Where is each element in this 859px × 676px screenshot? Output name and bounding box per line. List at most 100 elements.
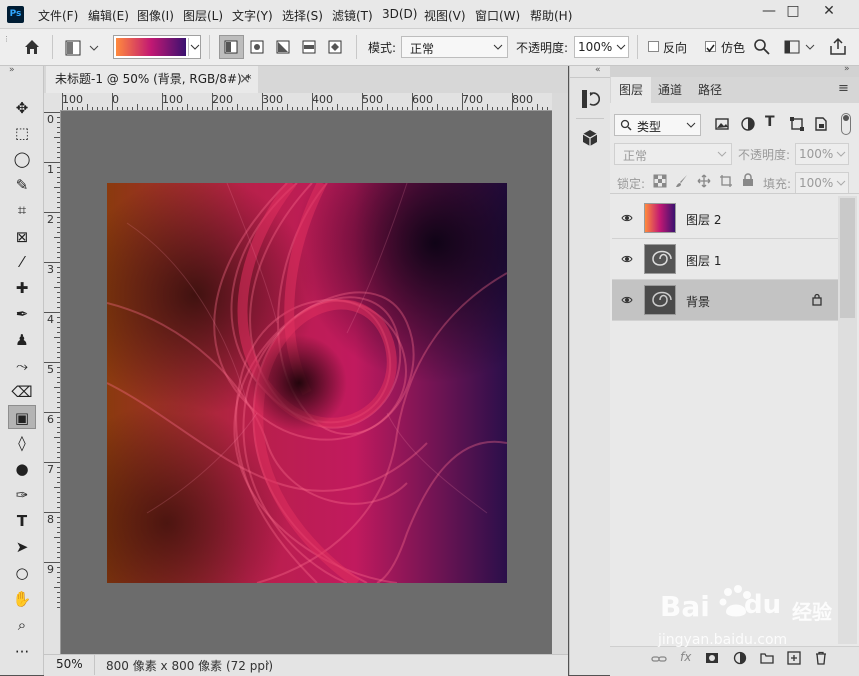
menu-file[interactable]: 文件(F): [38, 7, 78, 24]
ruler-tick: [237, 104, 238, 110]
zoom-level[interactable]: 50%: [56, 657, 83, 671]
brush-tool-icon[interactable]: ✒: [8, 302, 36, 326]
filter-adjustment-button[interactable]: [740, 116, 756, 132]
layer-filter-select[interactable]: 类型: [614, 114, 701, 136]
menu-view[interactable]: 视图(V): [424, 7, 466, 24]
filter-type-button[interactable]: T: [765, 114, 781, 132]
maximize-button[interactable]: □: [776, 0, 810, 22]
ruler-tick: [372, 107, 373, 110]
vertical-ruler[interactable]: 0 1 2 3 4 5 6 7 8 9: [44, 110, 61, 654]
lock-image-button[interactable]: [675, 174, 689, 188]
layers-scrollbar-thumb[interactable]: [840, 198, 855, 318]
document-tab[interactable]: 未标题-1 @ 50% (背景, RGB/8#) * ×: [46, 66, 258, 93]
eyedropper-tool-icon[interactable]: ⁄: [8, 250, 36, 274]
dodge-tool-icon[interactable]: ●: [8, 457, 36, 481]
close-tab-icon[interactable]: ×: [239, 66, 251, 92]
move-tool-icon[interactable]: ✥: [8, 96, 36, 120]
filter-smart-object-button[interactable]: [813, 116, 829, 132]
filter-pixel-button[interactable]: [714, 116, 730, 132]
mode-select[interactable]: 正常: [401, 36, 508, 58]
ruler-number: 5: [47, 363, 54, 376]
menu-filter[interactable]: 滤镜(T): [332, 7, 373, 24]
zoom-tool-icon[interactable]: ⌕: [8, 613, 36, 637]
crop-tool-icon[interactable]: ⌗: [8, 198, 36, 222]
watermark-brand: Bai: [660, 590, 710, 623]
angle-gradient-button[interactable]: [271, 35, 296, 59]
hand-tool-icon[interactable]: ✋: [8, 587, 36, 611]
layer-opacity-input[interactable]: 100%: [795, 143, 849, 165]
linear-gradient-button[interactable]: [219, 35, 244, 59]
lock-transparent-button[interactable]: [653, 174, 667, 188]
panel-menu-icon[interactable]: ≡: [838, 81, 849, 96]
fill-input[interactable]: 100%: [795, 172, 849, 194]
opacity-input[interactable]: 100%: [574, 36, 629, 58]
menu-layer[interactable]: 图层(L): [183, 7, 223, 24]
properties-panel-button[interactable]: [580, 128, 600, 148]
canvas-artwork[interactable]: [107, 183, 507, 583]
menu-edit[interactable]: 编辑(E): [88, 7, 129, 24]
menu-image[interactable]: 图像(I): [137, 7, 174, 24]
reflected-gradient-button[interactable]: [297, 35, 322, 59]
layer-row[interactable]: 图层 2: [612, 198, 838, 239]
more-tools-icon[interactable]: ···: [8, 640, 36, 664]
menu-help[interactable]: 帮助(H): [530, 7, 572, 24]
visibility-eye-icon[interactable]: [621, 294, 633, 306]
lock-all-button[interactable]: [741, 173, 755, 187]
menu-3d[interactable]: 3D(D): [382, 7, 417, 21]
home-button[interactable]: [20, 36, 44, 58]
close-window-button[interactable]: ✕: [812, 0, 846, 22]
search-button[interactable]: [752, 37, 772, 57]
menu-select[interactable]: 选择(S): [282, 7, 323, 24]
layer-row[interactable]: 图层 1: [612, 239, 838, 280]
lock-position-button[interactable]: [697, 174, 711, 188]
pen-tool-icon[interactable]: ✑: [8, 483, 36, 507]
workspace-button[interactable]: [782, 37, 818, 57]
history-panel-button[interactable]: [580, 88, 601, 110]
ruler-tick: [57, 207, 60, 208]
gradient-preset-picker[interactable]: [62, 38, 102, 58]
gradient-tool-icon[interactable]: ▣: [8, 405, 36, 429]
eraser-tool-icon[interactable]: ⌫: [8, 380, 36, 404]
diamond-gradient-button[interactable]: [323, 35, 348, 59]
expand-dock-icon[interactable]: «: [595, 65, 601, 75]
marquee-tool-icon[interactable]: ⬚: [8, 121, 36, 145]
ruler-tick: [57, 397, 60, 398]
ruler-tick: [57, 432, 60, 433]
dither-checkbox[interactable]: [705, 41, 716, 53]
chevron-down-icon: [836, 151, 846, 157]
tab-paths[interactable]: 路径: [690, 77, 730, 103]
layer-row-selected[interactable]: 背景: [612, 280, 838, 321]
vertical-scrollbar[interactable]: [552, 93, 568, 654]
ellipse-tool-icon[interactable]: ○: [8, 561, 36, 585]
healing-tool-icon[interactable]: ✚: [8, 276, 36, 300]
reverse-checkbox[interactable]: [648, 41, 659, 52]
visibility-eye-icon[interactable]: [621, 212, 633, 224]
collapse-toolbar-icon[interactable]: »: [9, 65, 15, 75]
status-menu-arrow-icon[interactable]: ›: [265, 656, 270, 670]
tab-channels[interactable]: 通道: [650, 77, 690, 103]
menu-type[interactable]: 文字(Y): [232, 7, 273, 24]
radial-gradient-button[interactable]: [245, 35, 270, 59]
gradient-dropdown-arrow[interactable]: [188, 38, 201, 56]
blur-tool-icon[interactable]: ◊: [8, 431, 36, 455]
layer-blend-mode-select[interactable]: 正常: [614, 143, 732, 165]
ruler-tick: [57, 532, 60, 533]
frame-tool-icon[interactable]: ⊠: [8, 225, 36, 249]
collapse-panel-icon[interactable]: »: [844, 64, 850, 74]
type-tool-icon[interactable]: T: [8, 509, 36, 533]
gradient-swatch-picker[interactable]: [113, 35, 201, 59]
share-button[interactable]: [827, 36, 849, 58]
lock-artboard-button[interactable]: [719, 174, 733, 188]
quick-select-tool-icon[interactable]: ✎: [8, 173, 36, 197]
history-brush-tool-icon[interactable]: ⤳: [8, 354, 36, 378]
filter-shape-button[interactable]: [789, 116, 805, 132]
menu-window[interactable]: 窗口(W): [475, 7, 520, 24]
lasso-tool-icon[interactable]: ◯: [8, 147, 36, 171]
horizontal-ruler[interactable]: 100 0 100 200 300 400 500 600 700 800: [60, 93, 552, 111]
filter-toggle-switch[interactable]: [841, 113, 851, 135]
stamp-tool-icon[interactable]: ♟: [8, 328, 36, 352]
ruler-tick: [57, 332, 60, 333]
path-select-tool-icon[interactable]: ➤: [8, 535, 36, 559]
visibility-eye-icon[interactable]: [621, 253, 633, 265]
tab-layers[interactable]: 图层: [611, 77, 652, 103]
